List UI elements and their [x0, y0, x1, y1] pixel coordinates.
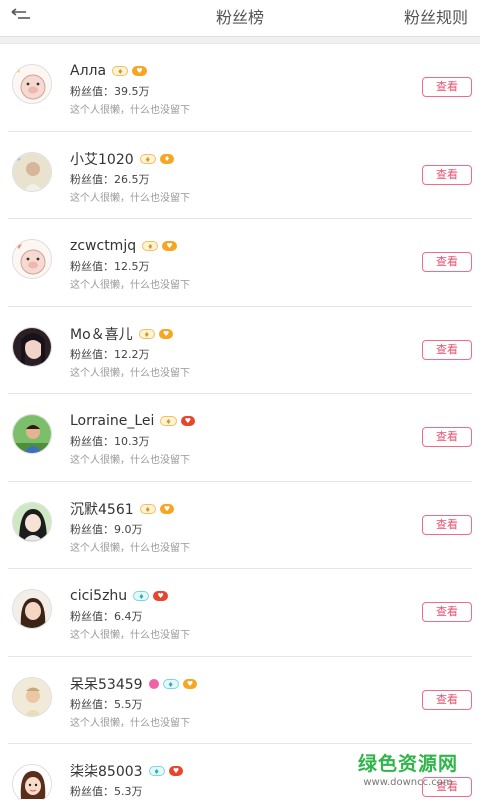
diamond-badge-icon: ♦: [160, 416, 177, 426]
diamond-badge-icon: ♦: [162, 678, 179, 689]
fan-value: 粉丝值：5.5万: [70, 697, 143, 711]
girl-photo-avatar[interactable]: [12, 589, 52, 629]
level-badge-icon: ♥: [162, 241, 177, 251]
level-badge-icon: ♦: [159, 153, 175, 164]
diamond-badge-icon: ♦: [112, 66, 129, 76]
fan-value: 粉丝值：10.3万: [70, 435, 150, 448]
boy-photo-avatar[interactable]: [12, 414, 52, 454]
level-badge-icon: ♥: [159, 503, 175, 514]
user-info: zcwctmjq ♦ ♥ 粉丝值：12.5万 这个人很懒，什么也没留下: [70, 237, 400, 291]
anime-girl-avatar[interactable]: [12, 501, 52, 542]
diamond-badge-icon: ♦: [139, 503, 156, 514]
pig-cartoon-avatar[interactable]: [12, 239, 52, 279]
fan-value: 粉丝值：5.3万: [70, 785, 143, 798]
list-item[interactable]: Lorraine_Lei ♦ ♥ 粉丝值：10.3万 这个人很懒，什么也没留下 …: [8, 394, 472, 482]
list-item[interactable]: 柒柒85003 ♦ ♥ 粉丝值：5.3万 查看: [8, 744, 472, 800]
list-item[interactable]: cici5zhu ♦ ♥ 粉丝值：6.4万 这个人很懒，什么也没留下 查看: [8, 569, 472, 657]
view-button[interactable]: 查看: [422, 514, 472, 535]
view-button[interactable]: 查看: [422, 252, 472, 272]
list-item[interactable]: Mo＆喜儿 ♦ ♥ 粉丝值：12.2万 这个人很懒，什么也没留下 查看: [8, 307, 472, 394]
pig-cartoon-avatar[interactable]: [12, 64, 52, 104]
user-info: 沉默4561 ♦ ♥ 粉丝值：9.0万 这个人很懒，什么也没留下: [70, 500, 400, 554]
diamond-badge-icon: ♦: [133, 591, 150, 601]
view-button[interactable]: 查看: [422, 339, 472, 360]
diamond-badge-icon: ♦: [142, 241, 159, 251]
user-signature: 这个人很懒，什么也没留下: [70, 192, 190, 204]
fan-value: 粉丝值：12.2万: [70, 347, 150, 361]
user-name: Mo＆喜儿: [70, 326, 133, 343]
level-badge-icon: ♥: [153, 591, 168, 601]
user-signature: 这个人很懒，什么也没留下: [70, 630, 190, 641]
view-button[interactable]: 查看: [422, 427, 472, 447]
girl-photo-avatar[interactable]: [12, 151, 52, 192]
user-name: 小艾1020: [70, 151, 134, 168]
view-button[interactable]: 查看: [422, 777, 472, 797]
fan-value: 粉丝值：9.0万: [70, 522, 143, 536]
list-item[interactable]: zcwctmjq ♦ ♥ 粉丝值：12.5万 这个人很懒，什么也没留下 查看: [8, 219, 472, 307]
user-name: zcwctmjq: [70, 238, 137, 254]
list-item[interactable]: Алла ♦ ♥ 粉丝值：39.5万 这个人很懒，什么也没留下 查看: [8, 44, 472, 132]
user-info: cici5zhu ♦ ♥ 粉丝值：6.4万 这个人很懒，什么也没留下: [70, 587, 400, 641]
list-item[interactable]: 呆呆53459 ♦ ♥ 粉丝值：5.5万 这个人很懒，什么也没留下 查看: [8, 657, 472, 744]
user-name: Lorraine_Lei: [70, 413, 155, 429]
diamond-badge-icon: ♦: [138, 328, 155, 339]
fan-value: 粉丝值：26.5万: [70, 172, 150, 186]
level-badge-icon: ♥: [158, 328, 174, 339]
view-button[interactable]: 查看: [422, 77, 472, 97]
list-item[interactable]: 小艾1020 ♦ ♦ 粉丝值：26.5万 这个人很懒，什么也没留下 查看: [8, 132, 472, 219]
header-divider: [0, 36, 480, 44]
view-button[interactable]: 查看: [422, 164, 472, 185]
user-name: 沉默4561: [70, 501, 134, 518]
user-name: 柒柒85003: [70, 764, 143, 780]
level-badge-icon: ♥: [132, 66, 147, 76]
user-signature: 这个人很懒，什么也没留下: [70, 717, 190, 729]
view-button[interactable]: 查看: [422, 602, 472, 622]
user-name: Алла: [70, 63, 107, 79]
user-info: Mo＆喜儿 ♦ ♥ 粉丝值：12.2万 这个人很懒，什么也没留下: [70, 325, 400, 379]
diamond-badge-icon: ♦: [139, 153, 156, 164]
user-signature: 这个人很懒，什么也没留下: [70, 105, 190, 116]
user-info: 小艾1020 ♦ ♦ 粉丝值：26.5万 这个人很懒，什么也没留下: [70, 150, 400, 204]
woman-photo-avatar[interactable]: [12, 326, 52, 367]
user-name: cici5zhu: [70, 588, 128, 604]
top-bar: 粉丝榜 粉丝规则: [0, 0, 480, 36]
user-info: 呆呆53459 ♦ ♥ 粉丝值：5.5万 这个人很懒，什么也没留下: [70, 675, 400, 729]
user-info: 柒柒85003 ♦ ♥ 粉丝值：5.3万: [70, 762, 400, 800]
fan-rules-link[interactable]: 粉丝规则: [404, 4, 468, 28]
level-badge-icon: ♥: [180, 416, 195, 426]
diamond-badge-icon: ♦: [148, 766, 165, 776]
user-info: Алла ♦ ♥ 粉丝值：39.5万 这个人很懒，什么也没留下: [70, 62, 400, 116]
user-signature: 这个人很懒，什么也没留下: [70, 455, 190, 466]
child-photo-avatar[interactable]: [12, 676, 52, 717]
user-signature: 这个人很懒，什么也没留下: [70, 367, 190, 379]
user-signature: 这个人很懒，什么也没留下: [70, 280, 190, 291]
fan-value: 粉丝值：39.5万: [70, 85, 150, 98]
fan-ranking-list: Алла ♦ ♥ 粉丝值：39.5万 这个人很懒，什么也没留下 查看 小艾102…: [0, 44, 480, 800]
fan-value: 粉丝值：6.4万: [70, 610, 143, 623]
user-signature: 这个人很懒，什么也没留下: [70, 542, 190, 554]
level-badge-icon: ♥: [168, 766, 184, 776]
list-item[interactable]: 沉默4561 ♦ ♥ 粉丝值：9.0万 这个人很懒，什么也没留下 查看: [8, 482, 472, 569]
user-info: Lorraine_Lei ♦ ♥ 粉丝值：10.3万 这个人很懒，什么也没留下: [70, 412, 400, 466]
fan-value: 粉丝值：12.5万: [70, 260, 150, 273]
level-badge-icon: ♥: [182, 678, 198, 689]
view-button[interactable]: 查看: [422, 689, 472, 710]
cartoon-girl-avatar[interactable]: [12, 764, 52, 800]
user-name: 呆呆53459: [70, 676, 143, 693]
pink-gender-icon: [148, 678, 159, 689]
